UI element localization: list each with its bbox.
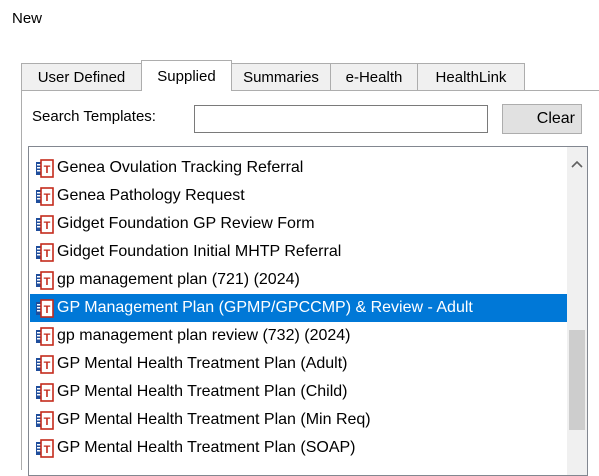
search-templates-label: Search Templates: <box>32 108 156 125</box>
svg-text:T: T <box>44 360 51 372</box>
template-list-item-label: GP Mental Health Treatment Plan (SOAP) <box>57 439 356 456</box>
tab-summaries[interactable]: Summaries <box>231 63 331 90</box>
template-list-item-label: gp management plan review (732) (2024) <box>57 327 351 344</box>
template-document-icon: T <box>36 270 54 290</box>
svg-text:T: T <box>44 248 51 260</box>
template-list-item-label: GP Mental Health Treatment Plan (Child) <box>57 383 348 400</box>
vertical-scrollbar[interactable] <box>567 147 587 475</box>
template-list-item-label: Gidget Foundation Initial MHTP Referral <box>57 243 342 260</box>
svg-text:T: T <box>44 444 51 456</box>
dialog-title: New <box>12 10 43 27</box>
chevron-up-icon <box>571 160 583 168</box>
tab-e-health[interactable]: e-Health <box>330 63 418 90</box>
tab-strip: User Defined Supplied Summaries e-Health… <box>21 60 525 91</box>
template-document-icon: T <box>36 242 54 262</box>
template-document-icon: T <box>36 186 54 206</box>
scroll-up-button[interactable] <box>567 155 587 173</box>
template-document-icon: T <box>36 438 54 458</box>
template-list-items: T Genea Ovulation Tracking Referral T Genea… <box>30 154 567 462</box>
svg-text:T: T <box>44 164 51 176</box>
template-list-item[interactable]: T GP Management Plan (GPMP/GPCCMP) & Revi… <box>30 294 567 322</box>
svg-text:T: T <box>44 416 51 428</box>
svg-text:T: T <box>44 332 51 344</box>
template-list-item-label: GP Mental Health Treatment Plan (Adult) <box>57 355 348 372</box>
template-list-item-label: GP Management Plan (GPMP/GPCCMP) & Revie… <box>57 299 473 316</box>
template-list[interactable]: T Genea Ovulation Tracking Referral T Genea… <box>28 146 588 476</box>
tab-healthlink[interactable]: HealthLink <box>417 63 525 90</box>
template-list-item-label: Gidget Foundation GP Review Form <box>57 215 315 232</box>
scrollbar-thumb[interactable] <box>569 330 585 430</box>
template-document-icon: T <box>36 158 54 178</box>
template-list-item[interactable]: T Gidget Foundation Initial MHTP Referral <box>30 238 567 266</box>
template-list-item[interactable]: T GP Mental Health Treatment Plan (SOAP) <box>30 434 567 462</box>
template-list-item[interactable]: T Genea Ovulation Tracking Referral <box>30 154 567 182</box>
template-document-icon: T <box>36 354 54 374</box>
template-list-item[interactable]: Tgp management plan (721) (2024) <box>30 266 567 294</box>
svg-text:T: T <box>44 276 51 288</box>
template-list-item[interactable]: T GP Mental Health Treatment Plan (Child) <box>30 378 567 406</box>
template-document-icon: T <box>36 410 54 430</box>
template-list-item-label: Genea Pathology Request <box>57 187 245 204</box>
svg-text:T: T <box>44 304 51 316</box>
tab-supplied[interactable]: Supplied <box>141 60 232 91</box>
template-list-item[interactable]: T Gidget Foundation GP Review Form <box>30 210 567 238</box>
template-list-item[interactable]: T Genea Pathology Request <box>30 182 567 210</box>
template-list-item-label: Genea Ovulation Tracking Referral <box>57 159 304 176</box>
clear-button[interactable]: Clear <box>502 104 582 134</box>
template-list-item[interactable]: T GP Mental Health Treatment Plan (Min Re… <box>30 406 567 434</box>
svg-text:T: T <box>44 388 51 400</box>
template-list-item[interactable]: T GP Mental Health Treatment Plan (Adult) <box>30 350 567 378</box>
svg-text:T: T <box>44 192 51 204</box>
search-templates-input[interactable] <box>194 105 488 133</box>
template-document-icon: T <box>36 298 54 318</box>
template-list-item-label: gp management plan (721) (2024) <box>57 271 300 288</box>
template-list-item-label: GP Mental Health Treatment Plan (Min Req… <box>57 411 371 428</box>
template-document-icon: T <box>36 214 54 234</box>
template-list-item[interactable]: Tgp management plan review (732) (2024) <box>30 322 567 350</box>
template-document-icon: T <box>36 326 54 346</box>
template-document-icon: T <box>36 382 54 402</box>
supplied-tab-panel: Search Templates: Clear T Genea Ovulation… <box>21 90 599 476</box>
svg-text:T: T <box>44 220 51 232</box>
tab-user-defined[interactable]: User Defined <box>21 63 142 90</box>
